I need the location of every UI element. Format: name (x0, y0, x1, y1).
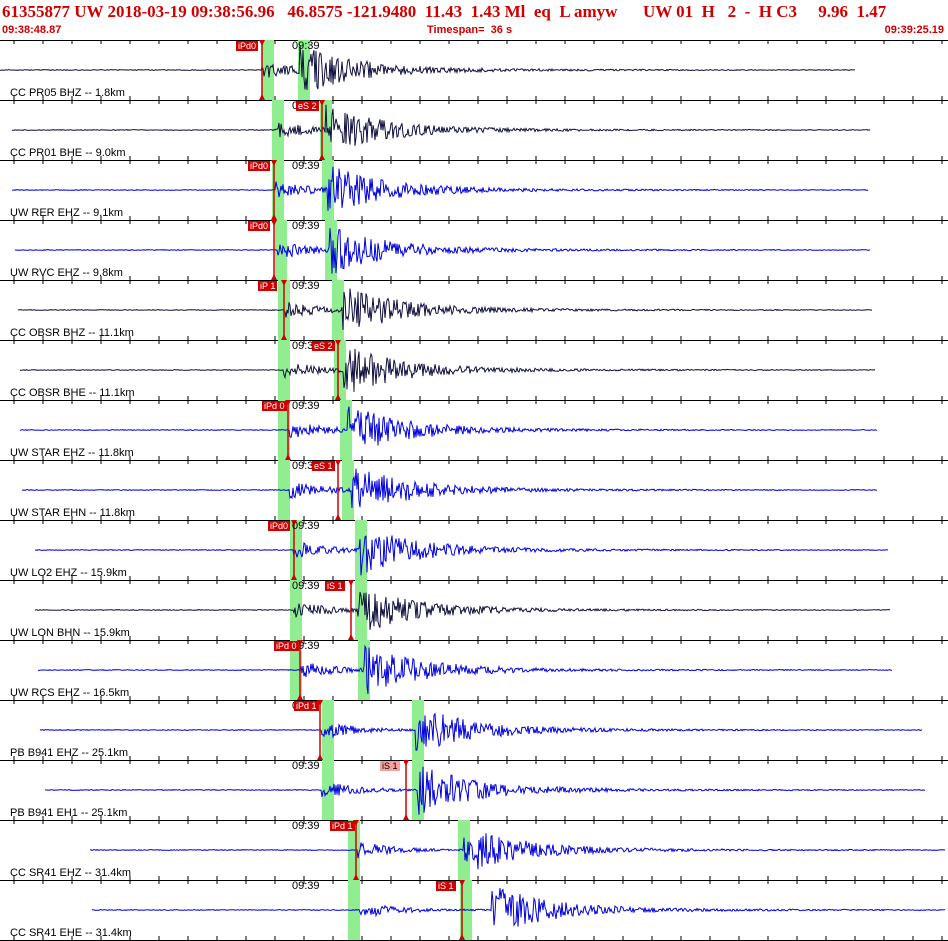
waveform-canvas (11, 160, 943, 220)
trace-panel[interactable]: 09:39 eS 2 CC OBSR BHE -- 11.1km (0, 340, 948, 401)
waveform-trace (21, 468, 878, 509)
station-label: CC PR01 BHE -- 9.0km (10, 147, 126, 159)
pick-label[interactable]: iPd0 (268, 521, 291, 531)
trace-panel[interactable]: 09:39 iP 1 CC OBSR BHZ -- 11.1km (0, 280, 948, 341)
pick-label[interactable]: eS 2 (296, 101, 319, 111)
station-label: CC OBSR BHE -- 11.1km (10, 387, 135, 399)
waveform-trace (38, 644, 893, 694)
station-label: UW RCS EHZ -- 16.5km (10, 687, 130, 699)
pick-label[interactable]: eS 2 (312, 341, 335, 351)
waveform-trace (19, 348, 876, 392)
waveform-canvas (13, 880, 946, 940)
event-summary: 61355877 UW 2018-03-19 09:38:56.96 46.85… (2, 2, 887, 21)
trace-panel[interactable]: 09:39 eS 1 UW STAR EHN -- 11.8km (0, 460, 948, 521)
minute-label: 09:39 (292, 400, 320, 412)
trace-panel[interactable]: 09:39 iS 1 PB B941 EH1 -- 25.1km (0, 760, 948, 821)
start-time: 09:38:48.87 (2, 24, 62, 36)
waveform-canvas (13, 280, 943, 340)
waveform-trace (11, 166, 869, 211)
station-label: PB B941 EH1 -- 25.1km (10, 807, 128, 819)
waveform-trace (34, 535, 889, 576)
waveform-canvas (13, 220, 943, 280)
station-label: CC PR05 BHZ -- 1.8km (10, 87, 125, 99)
minute-label: 09:39 (292, 40, 320, 52)
waveform-canvas (13, 340, 943, 400)
pick-label[interactable]: iPd 0 (274, 641, 299, 651)
minute-label: 09:39 (292, 580, 320, 592)
minute-label: 09:39 (292, 160, 320, 172)
waveform-trace (17, 288, 873, 330)
station-label: PB B941 EHZ -- 25.1km (10, 747, 128, 759)
event-header: 61355877 UW 2018-03-19 09:38:56.96 46.85… (0, 0, 948, 41)
end-time: 09:39:25.19 (884, 24, 944, 36)
station-label: UW STAR EHN -- 11.8km (10, 507, 135, 519)
minute-label: 09:39 (292, 880, 320, 892)
timespan: Timespan= 36 s (427, 24, 513, 36)
waveform-canvas (13, 760, 943, 820)
waveform-canvas (0, 40, 943, 100)
station-label: CC OBSR BHZ -- 11.1km (10, 327, 134, 339)
pick-label[interactable]: iPd0 (248, 161, 271, 171)
waveform-trace (39, 712, 923, 751)
pick-triangle (403, 760, 409, 766)
waveform-trace (11, 104, 871, 146)
seismogram-panels: 09:39iPd0CC PR05 BHZ -- 1.8km09:39eS 2CC… (0, 40, 948, 941)
minute-label: 09:39 (292, 820, 320, 832)
waveform-trace (0, 45, 855, 90)
waveform-canvas (13, 640, 943, 700)
waveform-trace (92, 888, 946, 927)
minute-label: 09:39 (292, 520, 320, 532)
waveform-canvas (11, 100, 943, 160)
pick-label[interactable]: eS 1 (312, 461, 335, 471)
station-label: UW RER EHZ -- 9.1km (10, 207, 124, 219)
pick-label[interactable]: iS 1 (380, 761, 400, 771)
trace-panel[interactable]: 09:39iPd 1PB B941 EHZ -- 25.1km (0, 700, 948, 761)
minute-label: 09:39 (292, 760, 320, 772)
pick-label[interactable]: iPd 0 (262, 401, 287, 411)
pick-triangle (348, 580, 354, 586)
pick-label[interactable]: iPd0 (236, 41, 259, 51)
pick-label[interactable]: iPd 1 (330, 821, 355, 831)
trace-panel[interactable]: 09:39 iPd0 UW RER EHZ -- 9.1km (0, 160, 948, 221)
station-label: CC SR41 EHZ -- 31.4km (10, 867, 132, 879)
waveform-canvas (13, 520, 943, 580)
station-label: CC SR41 EHE -- 31.4km (10, 927, 132, 939)
trace-panel[interactable]: 09:39 iPd0 UW RVC EHZ -- 9.8km (0, 220, 948, 281)
minute-label: 09:39 (292, 280, 320, 292)
station-label: UW STAR EHZ -- 11.8km (10, 447, 134, 459)
pick-label[interactable]: iS 1 (436, 881, 456, 891)
waveform-canvas (13, 400, 943, 460)
waveform-trace (34, 591, 891, 630)
pick-label[interactable]: iPd 1 (294, 701, 319, 711)
trace-panel[interactable]: 09:39 iS 1 CC SR41 EHE -- 31.4km (0, 880, 948, 941)
pick-label[interactable]: iS 1 (325, 581, 345, 591)
pick-label[interactable]: iP 1 (258, 281, 278, 291)
station-label: UW RVC EHZ -- 9.8km (10, 267, 123, 279)
trace-panel[interactable]: 09:39 iPd0 CC PR05 BHZ -- 1.8km (0, 40, 948, 101)
station-label: UW LON BHN -- 15.9km (10, 627, 130, 639)
station-label: UW LO2 EHZ -- 15.9km (10, 567, 127, 579)
trace-panel[interactable]: 09:39eS 2CC PR01 BHE -- 9.0km (0, 100, 948, 161)
pick-triangle (335, 460, 341, 466)
waveform-trace (19, 406, 878, 446)
waveform-canvas (13, 460, 943, 520)
waveform-trace (89, 833, 946, 870)
trace-panel[interactable]: 09:39 iPd 0 UW RCS EHZ -- 16.5km (0, 640, 948, 701)
waveform-trace (44, 766, 925, 815)
pick-label[interactable]: iPd0 (248, 221, 271, 231)
waveform-canvas (13, 700, 943, 760)
waveform-canvas (13, 580, 943, 640)
minute-label: 09:39 (292, 220, 320, 232)
trace-panel[interactable]: 09:39 iS 1 UW LON BHN -- 15.9km (0, 580, 948, 641)
waveform-trace (14, 228, 871, 274)
trace-panel[interactable]: 09:39 iPd 1 CC SR41 EHZ -- 31.4km (0, 820, 948, 881)
waveform-canvas (13, 820, 946, 880)
trace-panel[interactable]: 09:39 iPd 0 UW STAR EHZ -- 11.8km (0, 400, 948, 461)
trace-panel[interactable]: 09:39 iPd0 UW LO2 EHZ -- 15.9km (0, 520, 948, 581)
